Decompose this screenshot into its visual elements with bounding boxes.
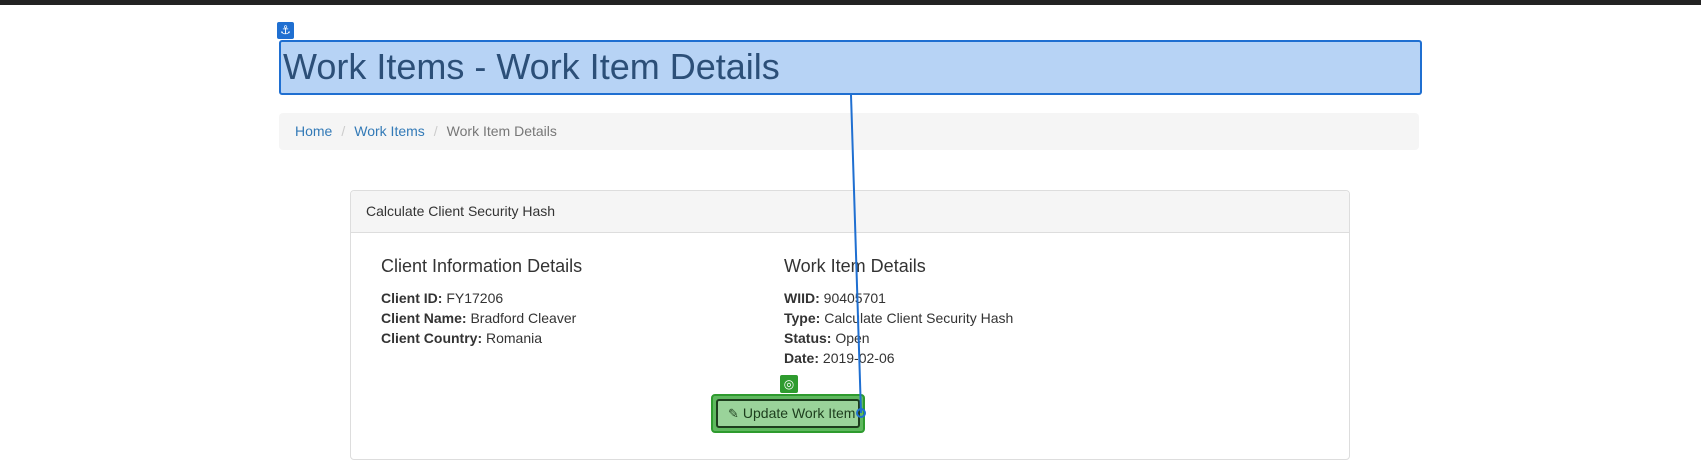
page-title: Work Items - Work Item Details (283, 46, 780, 87)
field-label: Client Name: (381, 310, 467, 326)
work-item-section: Work Item Details WIID: 90405701 Type: C… (784, 256, 1013, 368)
field-label: Client Country: (381, 330, 483, 346)
breadcrumb-work-items[interactable]: Work Items (354, 123, 425, 139)
field-label: WIID: (784, 290, 820, 306)
target-icon: ◎ (780, 375, 798, 393)
pencil-icon: ✎ (728, 407, 739, 422)
client-info-title: Client Information Details (381, 256, 583, 276)
client-country-row: Client Country: Romania (381, 328, 582, 348)
field-value: 90405701 (823, 290, 886, 306)
update-work-item-button[interactable]: ✎ Update Work Item (716, 399, 860, 428)
client-name-row: Client Name: Bradford Cleaver (381, 308, 582, 328)
update-button-highlight: ✎ Update Work Item (711, 394, 865, 433)
work-item-list: WIID: 90405701 Type: Calculate Client Se… (784, 288, 1013, 368)
field-label: Status: (784, 330, 832, 346)
field-label: Date: (784, 350, 820, 366)
client-info-section: Client Information Details Client ID: FY… (381, 256, 582, 348)
breadcrumb-separator: / (341, 123, 346, 139)
status-row: Status: Open (784, 328, 1013, 348)
field-value: Romania (486, 330, 543, 346)
client-id-row: Client ID: FY17206 (381, 288, 582, 308)
field-value: Bradford Cleaver (470, 310, 577, 326)
panel-heading: Calculate Client Security Hash (351, 191, 1349, 233)
wiid-row: WIID: 90405701 (784, 288, 1013, 308)
field-value: Open (835, 330, 870, 346)
field-value: 2019-02-06 (822, 350, 895, 366)
anchor-icon: ⚓ (277, 22, 294, 39)
type-row: Type: Calculate Client Security Hash (784, 308, 1013, 328)
page-title-highlight: Work Items - Work Item Details (279, 40, 1422, 95)
client-info-list: Client ID: FY17206 Client Name: Bradford… (381, 288, 582, 348)
field-label: Client ID: (381, 290, 443, 306)
top-bar (0, 0, 1701, 5)
breadcrumb-current: Work Item Details (446, 123, 557, 139)
breadcrumb-home[interactable]: Home (295, 123, 332, 139)
field-value: Calculate Client Security Hash (824, 310, 1014, 326)
field-label: Type: (784, 310, 821, 326)
update-button-label: Update Work Item (742, 405, 856, 421)
breadcrumb-separator: / (433, 123, 438, 139)
date-row: Date: 2019-02-06 (784, 348, 1013, 368)
work-item-title: Work Item Details (784, 256, 926, 276)
breadcrumb: Home / Work Items / Work Item Details (279, 113, 1419, 150)
field-value: FY17206 (446, 290, 504, 306)
